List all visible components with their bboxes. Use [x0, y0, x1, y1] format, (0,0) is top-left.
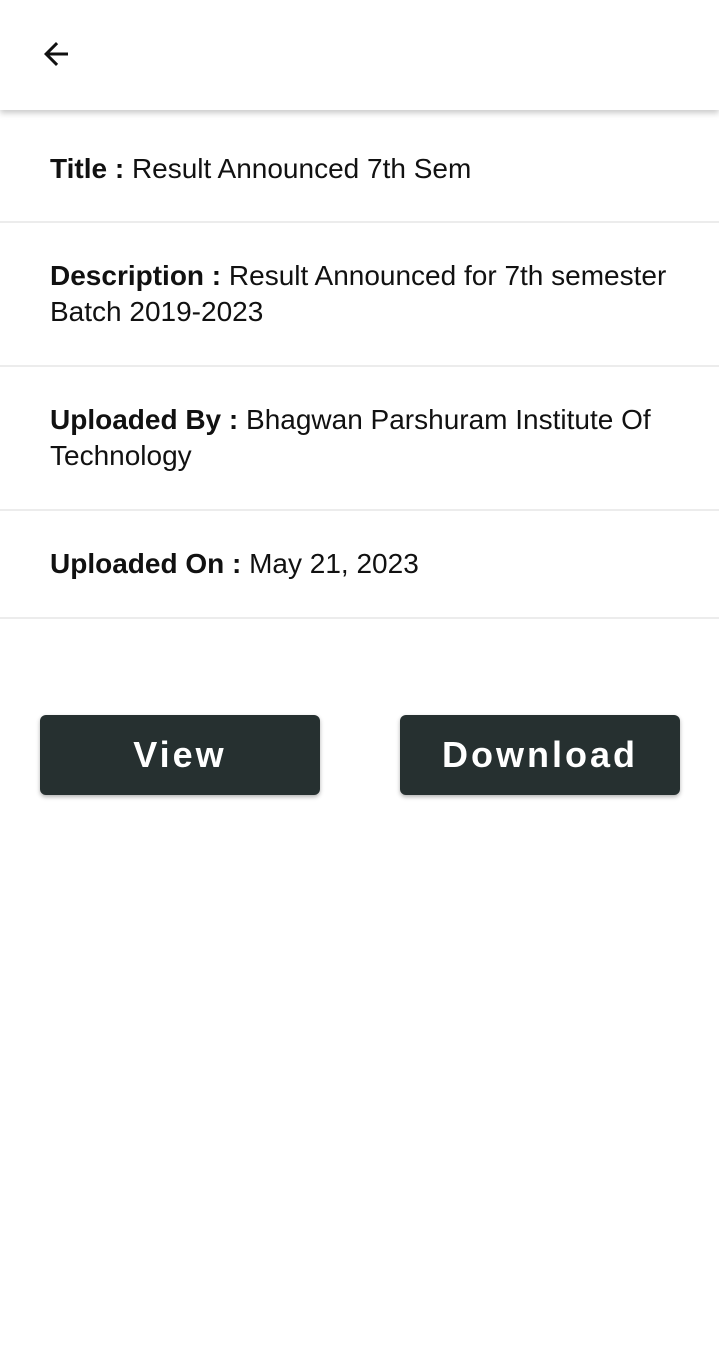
action-buttons: View Download	[40, 715, 680, 795]
arrow-left-icon	[44, 42, 68, 66]
uploaded-by-label: Uploaded By :	[50, 404, 239, 435]
description-label: Description :	[50, 260, 222, 291]
description-row: Description : Result Announced for 7th s…	[0, 223, 719, 367]
view-button[interactable]: View	[40, 715, 320, 795]
notice-details: Title : Result Announced 7th Sem Descrip…	[0, 110, 719, 619]
back-button[interactable]	[24, 22, 88, 86]
download-button[interactable]: Download	[400, 715, 680, 795]
title-row: Title : Result Announced 7th Sem	[0, 110, 719, 223]
uploaded-on-row: Uploaded On : May 21, 2023	[0, 511, 719, 619]
title-label: Title :	[50, 152, 125, 184]
title-text: Title : Result Announced 7th Sem	[50, 151, 669, 187]
title-value: Result Announced 7th Sem	[131, 152, 472, 184]
uploaded-by-text: Uploaded By : Bhagwan Parshuram Institut…	[50, 402, 669, 474]
uploaded-on-value: May 21, 2023	[249, 548, 419, 579]
app-bar	[0, 0, 719, 110]
description-text: Description : Result Announced for 7th s…	[50, 258, 669, 330]
uploaded-by-row: Uploaded By : Bhagwan Parshuram Institut…	[0, 367, 719, 511]
uploaded-on-label: Uploaded On :	[50, 548, 242, 579]
uploaded-on-text: Uploaded On : May 21, 2023	[50, 546, 669, 582]
